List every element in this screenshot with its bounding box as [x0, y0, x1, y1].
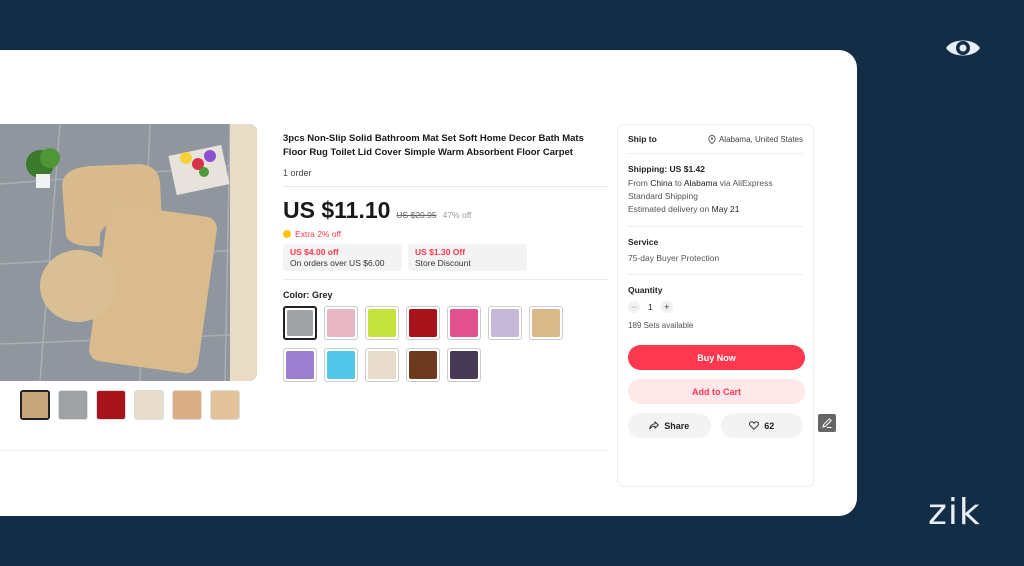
color-swatch-red[interactable]: [406, 306, 440, 340]
price-row: US $11.10 US $20.95 47% off: [283, 197, 608, 224]
extra-discount: Extra 2% off: [283, 229, 608, 239]
color-swatch-sky-blue[interactable]: [324, 348, 358, 382]
color-swatch-pink[interactable]: [324, 306, 358, 340]
coupon[interactable]: US $1.30 Off Store Discount: [408, 244, 527, 271]
coupon-list: US $4.00 off On orders over US $6.00 US …: [283, 244, 608, 271]
thumbnail[interactable]: [96, 390, 126, 420]
coupon-amount: US $4.00 off: [290, 247, 339, 257]
color-swatches: [283, 306, 573, 382]
thumbnail[interactable]: [20, 390, 50, 420]
delivery-prefix: Estimated delivery on: [628, 204, 710, 214]
wishlist-button[interactable]: 62: [720, 413, 803, 438]
increase-quantity-button[interactable]: +: [660, 301, 673, 313]
decrease-quantity-button[interactable]: −: [628, 301, 640, 313]
purchase-panel: Ship to Alabama, United States Shipping:…: [617, 124, 814, 487]
original-price: US $20.95: [396, 210, 437, 220]
brand-logo: zik: [928, 492, 981, 533]
pencil-icon: [822, 418, 832, 428]
thumbnail[interactable]: [210, 390, 240, 420]
ship-to-row[interactable]: Ship to Alabama, United States: [628, 125, 803, 153]
swatch-image: [409, 351, 437, 379]
add-to-cart-button[interactable]: Add to Cart: [628, 379, 805, 404]
thumbnail[interactable]: [172, 390, 202, 420]
location-text: Alabama, United States: [718, 134, 803, 144]
ship-location[interactable]: Alabama, United States: [708, 135, 803, 144]
quantity-section: Quantity − 1 + 189 Sets available: [628, 275, 803, 330]
color-label: Color: Grey: [283, 290, 333, 300]
coin-icon: [283, 230, 291, 238]
current-price: US $11.10: [283, 197, 391, 223]
extra-discount-label: Extra 2% off: [295, 229, 342, 239]
share-label: Share: [664, 420, 690, 431]
location-pin-icon: [708, 134, 716, 144]
discount-percent: 47% off: [442, 210, 472, 220]
stock-available: 189 Sets available: [628, 321, 694, 330]
divider: [283, 279, 608, 280]
quantity-value[interactable]: 1: [648, 302, 653, 312]
coupon-amount: US $1.30 Off: [415, 247, 466, 257]
service-info: Service 75-day Buyer Protection: [628, 227, 803, 275]
share-button[interactable]: Share: [628, 413, 711, 438]
swatch-image: [532, 309, 560, 337]
swatch-image: [368, 309, 396, 337]
eye-icon: [946, 40, 980, 56]
product-card: 3pcs Non-Slip Solid Bathroom Mat Set Sof…: [0, 50, 857, 516]
thumbnail[interactable]: [134, 390, 164, 420]
buy-now-button[interactable]: Buy Now: [628, 345, 805, 370]
product-info: 3pcs Non-Slip Solid Bathroom Mat Set Sof…: [283, 132, 608, 382]
route-prefix: From: [628, 178, 648, 188]
swatch-image: [286, 351, 314, 379]
color-swatch-beige[interactable]: [529, 306, 563, 340]
coupon-condition: On orders over US $6.00: [290, 258, 385, 268]
product-title: 3pcs Non-Slip Solid Bathroom Mat Set Sof…: [283, 133, 584, 158]
color-swatch-rose[interactable]: [447, 306, 481, 340]
ship-to-label: Ship to: [628, 134, 657, 144]
edit-icon[interactable]: [818, 414, 836, 432]
swatch-image: [491, 309, 519, 337]
route-to-word: to: [674, 178, 682, 188]
swatch-image: [409, 309, 437, 337]
order-count: 1 order: [283, 168, 312, 178]
wishlist-count: 62: [764, 420, 775, 431]
shipping-cost: Shipping: US $1.42: [628, 164, 705, 174]
color-swatch-purple[interactable]: [283, 348, 317, 382]
color-swatch-cream[interactable]: [365, 348, 399, 382]
color-swatch-grey[interactable]: [283, 306, 317, 340]
divider: [0, 450, 608, 451]
swatch-image: [327, 351, 355, 379]
swatch-image: [450, 351, 478, 379]
shipping-info: Shipping: US $1.42 From China to Alabama…: [628, 154, 803, 226]
quantity-label: Quantity: [628, 285, 663, 295]
route-to: Alabama: [683, 178, 718, 188]
service-value: 75-day Buyer Protection: [628, 252, 720, 263]
action-row: Share 62: [628, 413, 803, 438]
thumbnail-strip: [20, 390, 240, 420]
bath-mat-photo: [0, 124, 257, 381]
color-swatch-brown[interactable]: [406, 348, 440, 382]
color-swatch-dark-purple[interactable]: [447, 348, 481, 382]
divider: [283, 186, 608, 187]
route-from: China: [650, 178, 673, 188]
shipping-route: From China to Alabama via AliExpress Sta…: [628, 177, 803, 202]
main-product-image[interactable]: [0, 124, 257, 381]
delivery-date: May 21: [711, 204, 740, 214]
color-swatch-lime[interactable]: [365, 306, 399, 340]
thumbnail[interactable]: [58, 390, 88, 420]
heart-icon: [749, 421, 760, 430]
coupon-condition: Store Discount: [415, 258, 471, 268]
swatch-image: [287, 310, 313, 336]
quantity-stepper: − 1 +: [628, 301, 803, 313]
swatch-image: [450, 309, 478, 337]
color-swatch-lilac[interactable]: [488, 306, 522, 340]
service-label: Service: [628, 236, 659, 247]
coupon[interactable]: US $4.00 off On orders over US $6.00: [283, 244, 402, 271]
swatch-image: [368, 351, 396, 379]
estimated-delivery: Estimated delivery on May 21: [628, 203, 803, 216]
swatch-image: [327, 309, 355, 337]
share-icon: [649, 421, 659, 430]
